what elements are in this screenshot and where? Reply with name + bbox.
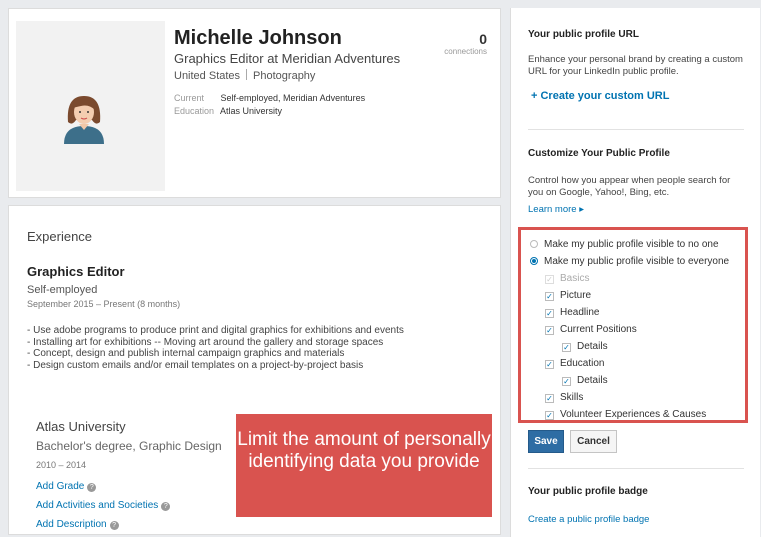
save-button[interactable]: Save — [528, 430, 564, 453]
checkbox-label: Headline — [560, 307, 600, 318]
checkbox-positions-details[interactable]: ✓ Details — [562, 341, 608, 352]
checkbox-education[interactable]: ✓ Education — [545, 358, 604, 369]
checkbox[interactable]: ✓ — [545, 309, 554, 318]
checkbox[interactable]: ✓ — [545, 411, 554, 420]
current-value: Self-employed, Meridian Adventures — [220, 93, 366, 103]
customize-text: Control how you appear when people searc… — [528, 175, 731, 198]
cancel-button[interactable]: Cancel — [570, 430, 617, 453]
help-icon[interactable]: ? — [109, 521, 119, 530]
divider — [528, 468, 744, 469]
avatar[interactable] — [56, 90, 112, 146]
education-degree: Bachelor's degree, Graphic Design — [36, 439, 222, 453]
add-activities-label: Add Activities and Societies — [36, 500, 159, 511]
divider — [246, 69, 248, 80]
checkbox[interactable]: ✓ — [562, 377, 571, 386]
public-url-heading: Your public profile URL — [528, 29, 639, 40]
learn-more-link[interactable]: Learn more ▸ — [528, 204, 584, 215]
checkbox: ✓ — [545, 275, 554, 284]
checkbox-label: Details — [577, 341, 608, 352]
job-description: - Use adobe programs to produce print an… — [27, 325, 404, 371]
checkbox[interactable]: ✓ — [545, 360, 554, 369]
checkbox[interactable]: ✓ — [545, 394, 554, 403]
divider — [528, 129, 744, 130]
radio-button[interactable] — [530, 257, 538, 265]
help-icon[interactable]: ? — [161, 502, 171, 511]
checkbox[interactable]: ✓ — [545, 292, 554, 301]
profile-name: Michelle Johnson — [174, 27, 342, 49]
add-grade-link[interactable]: Add Grade? — [36, 481, 97, 492]
public-url-text: Enhance your personal brand by creating … — [528, 54, 743, 77]
add-grade-label: Add Grade — [36, 481, 85, 492]
checkbox-label: Education — [560, 358, 605, 369]
checkbox-picture[interactable]: ✓ Picture — [545, 290, 591, 301]
profile-location-line: United States Photography — [174, 69, 315, 82]
checkbox-label: Picture — [560, 290, 592, 301]
create-custom-url-label: Create your custom URL — [540, 90, 670, 102]
profile-location: United States — [174, 70, 241, 82]
job-description-line: - Use adobe programs to produce print an… — [27, 325, 404, 336]
checkbox-label: Volunteer Experiences & Causes — [560, 409, 707, 420]
add-description-link[interactable]: Add Description? — [36, 519, 119, 530]
radio-visible-everyone[interactable]: Make my public profile visible to everyo… — [530, 256, 729, 267]
radio-button[interactable] — [530, 240, 538, 248]
education-row: Education Atlas University — [174, 106, 282, 116]
radio-label: Make my public profile visible to no one — [544, 239, 719, 250]
add-description-label: Add Description — [36, 519, 107, 530]
job-description-line: - Concept, design and publish internal c… — [27, 348, 345, 359]
profile-industry: Photography — [253, 70, 316, 82]
checkbox-headline[interactable]: ✓ Headline — [545, 307, 599, 318]
checkbox-basics: ✓ Basics — [545, 273, 589, 284]
checkbox[interactable]: ✓ — [545, 326, 554, 335]
current-row: Current Self-employed, Meridian Adventur… — [174, 93, 365, 103]
checkbox-label: Basics — [560, 273, 590, 284]
education-value: Atlas University — [220, 106, 283, 116]
create-custom-url-link[interactable]: + Create your custom URL — [531, 90, 669, 102]
photo-frame — [16, 21, 165, 191]
checkbox-current-positions[interactable]: ✓ Current Positions — [545, 324, 637, 335]
caret-right-icon: ▸ — [576, 204, 585, 215]
profile-headline: Graphics Editor at Meridian Adventures — [174, 51, 401, 66]
left-column: Michelle Johnson Graphics Editor at Meri… — [8, 8, 501, 198]
create-badge-link[interactable]: Create a public profile badge — [528, 514, 649, 525]
help-icon[interactable]: ? — [87, 483, 97, 492]
education-years: 2010 – 2014 — [36, 460, 87, 470]
radio-label: Make my public profile visible to everyo… — [544, 256, 730, 267]
connections-count: 0 — [479, 31, 487, 47]
current-label: Current — [174, 93, 205, 103]
connections[interactable]: 0 connections — [444, 31, 487, 56]
privacy-callout: Limit the amount of personally identifyi… — [236, 414, 492, 517]
job-company: Self-employed — [27, 284, 98, 296]
checkbox-label: Current Positions — [560, 324, 637, 335]
checkbox-education-details[interactable]: ✓ Details — [562, 375, 608, 386]
job-title: Graphics Editor — [27, 264, 125, 279]
profile-card: Michelle Johnson Graphics Editor at Meri… — [8, 8, 501, 198]
experience-heading: Experience — [27, 229, 93, 244]
job-dates: September 2015 – Present (8 months) — [27, 299, 181, 309]
badge-heading: Your public profile badge — [528, 486, 648, 497]
learn-more-label: Learn more — [528, 204, 577, 215]
checkbox-label: Skills — [560, 392, 584, 403]
education-label: Education — [174, 106, 215, 116]
connections-label: connections — [444, 47, 487, 56]
checkbox-label: Details — [577, 375, 608, 386]
checkbox-volunteer[interactable]: ✓ Volunteer Experiences & Causes — [545, 409, 706, 420]
education-school: Atlas University — [36, 419, 126, 434]
job-description-line: - Installing art for exhibitions -- Movi… — [27, 336, 384, 348]
right-sidebar: Your public profile URL Enhance your per… — [510, 8, 760, 537]
add-activities-link[interactable]: Add Activities and Societies? — [36, 500, 171, 511]
customize-heading: Customize Your Public Profile — [528, 148, 670, 159]
visibility-options-highlight: Make my public profile visible to no one… — [518, 227, 748, 423]
job-description-line: - Design custom emails and/or email temp… — [27, 359, 364, 371]
radio-visible-no-one[interactable]: Make my public profile visible to no one — [530, 239, 719, 250]
checkbox[interactable]: ✓ — [562, 343, 571, 352]
checkbox-skills[interactable]: ✓ Skills — [545, 392, 583, 403]
